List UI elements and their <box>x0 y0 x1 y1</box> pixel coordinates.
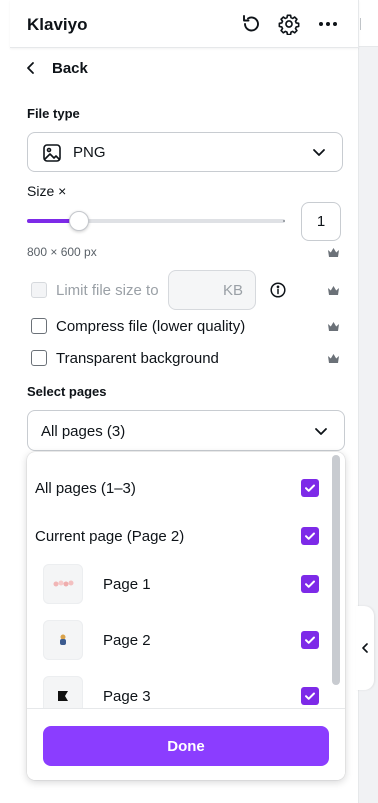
dropdown-footer: Done <box>27 708 345 780</box>
all-pages-checkbox[interactable] <box>301 479 319 497</box>
info-icon[interactable] <box>270 282 286 298</box>
compress-checkbox[interactable] <box>31 318 47 334</box>
select-pages-label: Select pages <box>27 384 107 399</box>
file-type-value: PNG <box>73 144 106 161</box>
crown-icon <box>328 322 339 331</box>
refresh-icon[interactable] <box>239 12 263 36</box>
dropdown-item-current-page[interactable]: Current page (Page 2) <box>27 516 345 556</box>
flag-thumbnail-icon <box>58 691 68 701</box>
download-panel: Klaviyo Back File type PNG Size × 1 800 … <box>0 0 359 803</box>
page-thumbnail <box>43 620 83 660</box>
limit-file-size-label: Limit file size to <box>56 281 159 299</box>
size-input[interactable]: 1 <box>301 202 341 241</box>
size-slider[interactable] <box>27 211 285 231</box>
dropdown-item-page-1[interactable]: Page 1 <box>27 564 345 604</box>
limit-file-size-option: Limit file size to <box>31 281 159 299</box>
chevron-left-icon <box>362 643 368 653</box>
dropdown-item-label: All pages (1–3) <box>35 479 136 497</box>
crown-icon <box>328 354 339 363</box>
figure-thumbnail-icon <box>60 634 66 645</box>
compress-label: Compress file (lower quality) <box>56 317 246 335</box>
canvas-toolbar <box>359 0 378 47</box>
dropdown-scrollbar[interactable] <box>332 455 340 685</box>
check-icon <box>305 636 315 644</box>
app-title: Klaviyo <box>27 15 88 34</box>
select-pages-value: All pages (3) <box>41 423 126 440</box>
dropdown-item-label: Page 2 <box>103 631 151 649</box>
toolbar-divider <box>360 18 361 30</box>
back-button[interactable]: Back <box>24 57 88 79</box>
limit-file-size-checkbox <box>31 282 47 298</box>
panel-header: Klaviyo <box>10 0 359 48</box>
page-3-checkbox[interactable] <box>301 687 319 705</box>
image-icon <box>43 144 61 162</box>
dropdown-item-page-2[interactable]: Page 2 <box>27 620 345 660</box>
chevron-left-icon <box>27 62 34 74</box>
size-label: Size × <box>27 183 67 199</box>
slider-end-dot <box>283 220 285 222</box>
page-2-checkbox[interactable] <box>301 631 319 649</box>
done-button[interactable]: Done <box>43 726 329 766</box>
dropdown-item-all-pages[interactable]: All pages (1–3) <box>27 468 345 508</box>
check-icon <box>305 692 315 700</box>
crown-icon <box>328 248 339 257</box>
pages-dropdown: All pages (1–3) Current page (Page 2) Pa… <box>27 452 345 780</box>
collapse-panel-button[interactable] <box>356 606 374 690</box>
dimensions-text: 800 × 600 px <box>27 245 97 259</box>
file-size-input: KB <box>168 270 256 310</box>
dropdown-item-label: Page 3 <box>103 687 151 705</box>
transparent-bg-checkbox[interactable] <box>31 350 47 366</box>
chevron-down-icon <box>315 427 327 435</box>
dropdown-item-label: Current page (Page 2) <box>35 527 185 545</box>
page-1-checkbox[interactable] <box>301 575 319 593</box>
check-icon <box>305 532 315 540</box>
back-label: Back <box>52 59 88 77</box>
file-type-label: File type <box>27 106 80 121</box>
compress-option[interactable]: Compress file (lower quality) <box>31 317 245 335</box>
more-icon[interactable] <box>316 12 340 36</box>
dropdown-item-label: Page 1 <box>103 575 151 593</box>
transparent-bg-label: Transparent background <box>56 349 219 367</box>
select-pages-select[interactable]: All pages (3) <box>27 410 345 451</box>
page-thumbnail <box>43 564 83 604</box>
transparent-bg-option[interactable]: Transparent background <box>31 349 219 367</box>
flowers-thumbnail-icon <box>53 580 74 587</box>
chevron-down-icon <box>313 149 325 156</box>
gear-icon[interactable] <box>277 12 301 36</box>
kb-unit: KB <box>222 281 243 299</box>
check-icon <box>305 580 315 588</box>
crown-icon <box>328 286 339 295</box>
current-page-checkbox[interactable] <box>301 527 319 545</box>
size-slider-thumb[interactable] <box>68 211 89 231</box>
file-type-select[interactable]: PNG <box>27 132 343 172</box>
check-icon <box>305 484 315 492</box>
